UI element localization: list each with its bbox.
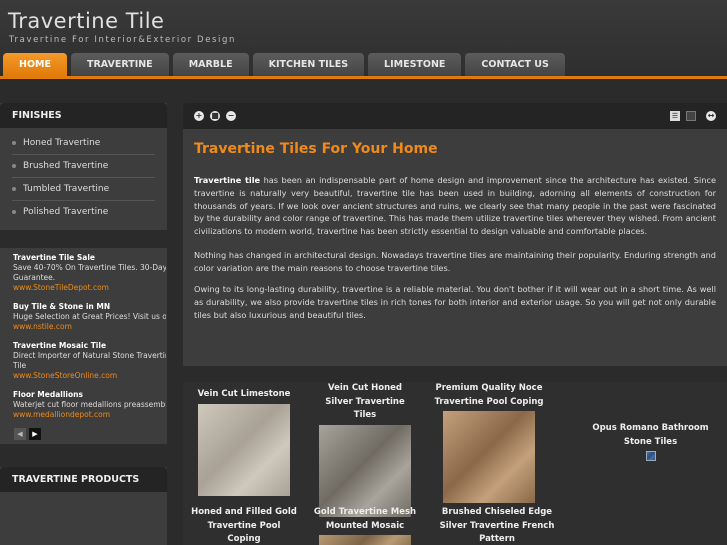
ad-next-button[interactable]: ▶ [29, 428, 41, 440]
nav-travertine[interactable]: TRAVERTINE [70, 53, 169, 76]
ad-item[interactable]: Travertine Tile Sale Save 40-70% On Trav… [13, 253, 166, 293]
finish-link-brushed[interactable]: Brushed Travertine [12, 155, 155, 178]
expand-icon[interactable]: ↔ [706, 111, 716, 121]
finishes-panel: FINISHES Honed Travertine Brushed Traver… [0, 103, 167, 230]
content-toolbar: + ■ − ☰ ↔ [183, 103, 727, 129]
products-heading: TRAVERTINE PRODUCTS [0, 467, 167, 492]
product-card[interactable]: Gold Travertine Mesh Mounted Mosaic [313, 506, 417, 545]
product-card[interactable]: Premium Quality Noce Travertine Pool Cop… [423, 382, 555, 503]
stop-icon[interactable]: ■ [210, 111, 220, 121]
nav-marble[interactable]: MARBLE [172, 53, 249, 76]
finish-link-tumbled[interactable]: Tumbled Travertine [12, 178, 155, 201]
product-image[interactable] [443, 411, 535, 503]
finish-link-honed[interactable]: Honed Travertine [12, 132, 155, 155]
page-title: Travertine Tiles For Your Home [194, 141, 438, 157]
ad-title[interactable]: Travertine Mosaic Tile [13, 341, 166, 351]
product-title[interactable]: Premium Quality Noce Travertine Pool Cop… [423, 382, 555, 409]
intro-text: has been an indispensable part of home d… [194, 175, 716, 237]
product-title[interactable]: Opus Romano Bathroom Stone Tiles [578, 422, 723, 449]
intro-paragraph: Travertine tile has been an indispensabl… [194, 174, 716, 238]
ad-text: Huge Selection at Great Prices! Visit us… [13, 312, 166, 321]
product-image[interactable] [319, 424, 411, 517]
paragraph-2: Nothing has changed in architectural des… [194, 250, 716, 273]
paragraph-3: Owing to its long-lasting durability, tr… [194, 284, 716, 320]
product-card[interactable]: Opus Romano Bathroom Stone Tiles [578, 422, 723, 461]
finishes-list: Honed Travertine Brushed Travertine Tumb… [0, 128, 167, 224]
product-card[interactable]: Brushed Chiseled Edge Silver Travertine … [427, 506, 567, 545]
ad-text: Tile [13, 361, 27, 370]
main-nav: HOME TRAVERTINE MARBLE KITCHEN TILES LIM… [3, 53, 569, 76]
site-header: Travertine Tile Travertine For Interior&… [0, 0, 727, 77]
product-gallery: Vein Cut Limestone Vein Cut Honed Silver… [183, 382, 727, 545]
ad-prev-button[interactable]: ◀ [14, 428, 26, 440]
nav-limestone[interactable]: LIMESTONE [368, 53, 462, 76]
grid-view-icon[interactable] [686, 111, 696, 121]
nav-contact-us[interactable]: CONTACT US [465, 53, 565, 76]
site-tagline: Travertine For Interior&Exterior Design [9, 35, 236, 45]
product-card[interactable]: Vein Cut Limestone [183, 388, 305, 496]
ad-item[interactable]: Floor Medallions Waterjet cut floor meda… [13, 390, 166, 420]
ads-list: Travertine Tile Sale Save 40-70% On Trav… [13, 253, 166, 425]
ad-text: Guarantee. [13, 273, 56, 282]
products-panel: TRAVERTINE PRODUCTS [0, 467, 167, 545]
main-content: Travertine Tiles For Your Home Travertin… [183, 129, 727, 366]
product-card[interactable]: Vein Cut Honed Silver Travertine Tiles [313, 382, 417, 517]
ad-url[interactable]: www.StoneStoreOnline.com [13, 371, 166, 381]
ad-url[interactable]: www.StoneTileDepot.com [13, 283, 166, 293]
bullet-icon [12, 164, 16, 168]
product-title[interactable]: Brushed Chiseled Edge Silver Travertine … [427, 506, 567, 545]
ad-url[interactable]: www.medalliondepot.com [13, 410, 166, 420]
product-title[interactable]: Gold Travertine Mesh Mounted Mosaic [313, 506, 417, 533]
ad-title[interactable]: Buy Tile & Stone in MN [13, 302, 166, 312]
finishes-heading: FINISHES [0, 103, 167, 128]
minus-icon[interactable]: − [226, 111, 236, 121]
ad-title[interactable]: Travertine Tile Sale [13, 253, 166, 263]
plus-icon[interactable]: + [194, 111, 204, 121]
product-title[interactable]: Vein Cut Honed Silver Travertine Tiles [313, 382, 417, 423]
ad-url[interactable]: www.nstile.com [13, 322, 166, 332]
list-view-icon[interactable]: ☰ [670, 111, 680, 121]
product-title[interactable]: Vein Cut Limestone [183, 388, 305, 402]
ad-text: Save 40-70% On Travertine Tiles. 30-Day … [13, 263, 166, 272]
bullet-icon [12, 187, 16, 191]
product-title[interactable]: Honed and Filled Gold Travertine Pool Co… [191, 506, 297, 545]
product-thumb-icon[interactable] [645, 451, 656, 461]
product-image[interactable] [319, 535, 411, 545]
nav-underline [0, 76, 727, 79]
ad-text: Direct Importer of Natural Stone Travert… [13, 351, 166, 360]
intro-bold: Travertine tile [194, 175, 261, 185]
bullet-icon [12, 141, 16, 145]
ad-title[interactable]: Floor Medallions [13, 390, 166, 400]
site-title[interactable]: Travertine Tile [8, 9, 164, 33]
nav-home[interactable]: HOME [3, 53, 67, 76]
ad-item[interactable]: Buy Tile & Stone in MN Huge Selection at… [13, 302, 166, 332]
bullet-icon [12, 210, 16, 214]
product-image[interactable] [198, 403, 290, 496]
ad-text: Waterjet cut floor medallions preassembl… [13, 400, 166, 409]
finish-link-polished[interactable]: Polished Travertine [12, 201, 155, 224]
nav-kitchen-tiles[interactable]: KITCHEN TILES [252, 53, 365, 76]
ad-item[interactable]: Travertine Mosaic Tile Direct Importer o… [13, 341, 166, 381]
product-card[interactable]: Honed and Filled Gold Travertine Pool Co… [191, 506, 297, 545]
